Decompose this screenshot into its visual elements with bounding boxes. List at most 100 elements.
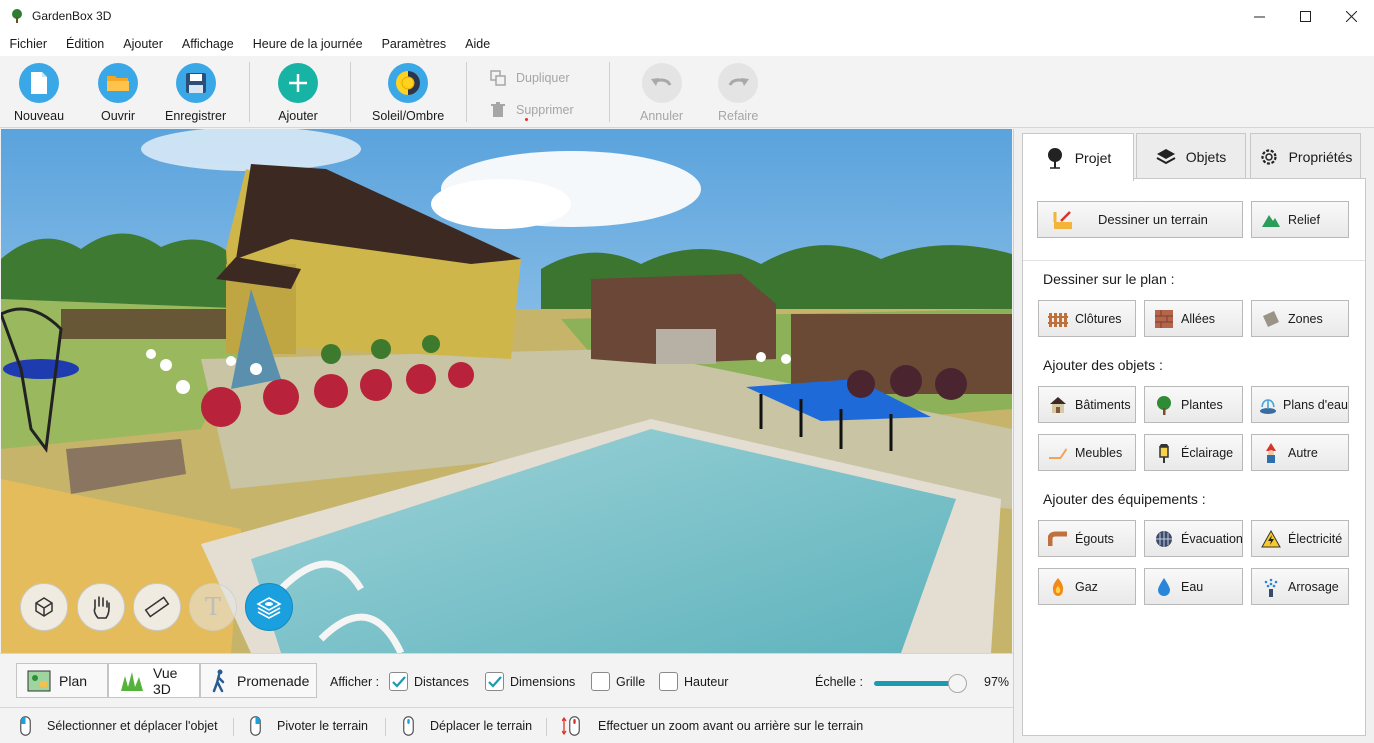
- open-button[interactable]: Ouvrir: [98, 63, 138, 123]
- lighting-label: Éclairage: [1181, 445, 1234, 460]
- plants-button[interactable]: Plantes: [1144, 386, 1243, 423]
- duplicate-label: Dupliquer: [516, 71, 570, 85]
- toolbar: Nouveau Ouvrir Enregistrer Ajouter Solei…: [0, 56, 1374, 128]
- dimensions-label: Dimensions: [510, 675, 576, 689]
- open-folder-icon: [98, 63, 138, 103]
- sewers-button[interactable]: Égouts: [1038, 520, 1136, 557]
- garden-scene-image: [1, 129, 1012, 653]
- menu-help[interactable]: Aide: [456, 37, 500, 51]
- tab-objects[interactable]: Objets: [1136, 133, 1246, 179]
- grid-checkbox[interactable]: [591, 672, 610, 691]
- fence-icon: [1047, 308, 1069, 330]
- view-options-bar: Plan Vue 3D Promenade Afficher : Distanc…: [0, 653, 1013, 707]
- text-icon: T: [204, 593, 221, 621]
- gas-button[interactable]: Gaz: [1038, 568, 1136, 605]
- pan-tool[interactable]: [77, 583, 125, 631]
- status-separator: [546, 718, 547, 736]
- sprinkler-button[interactable]: Arrosage: [1251, 568, 1349, 605]
- menu-bar: Fichier Édition Ajouter Affichage Heure …: [0, 32, 1374, 56]
- walking-person-icon: [211, 669, 229, 693]
- drainage-button[interactable]: Évacuation: [1144, 520, 1243, 557]
- sewers-label: Égouts: [1075, 531, 1114, 546]
- trash-icon: [491, 102, 505, 117]
- close-button[interactable]: [1328, 0, 1374, 32]
- draw-terrain-button[interactable]: Dessiner un terrain: [1037, 201, 1243, 238]
- grass-3d-icon: [119, 670, 145, 692]
- new-label: Nouveau: [14, 109, 65, 123]
- redo-icon: [718, 63, 759, 103]
- delete-button[interactable]: Supprimer: [490, 102, 574, 118]
- save-button[interactable]: Enregistrer: [165, 63, 226, 123]
- hand-pan-icon: [93, 596, 110, 619]
- electricity-button[interactable]: Électricité: [1251, 520, 1349, 557]
- layers-view-tool[interactable]: [245, 583, 293, 631]
- mountain-icon: [1260, 209, 1282, 231]
- zones-button[interactable]: Zones: [1251, 300, 1349, 337]
- plan-map-icon: [27, 670, 51, 692]
- water-button[interactable]: Eau: [1144, 568, 1243, 605]
- lantern-icon: [1153, 442, 1175, 464]
- plant-tree-icon: [1153, 394, 1175, 416]
- scale-slider-thumb[interactable]: [947, 674, 967, 693]
- add-label: Ajouter: [278, 109, 318, 123]
- mouse-middle-click-icon: [403, 716, 414, 736]
- height-checkbox[interactable]: [659, 672, 678, 691]
- status-zoom: Effectuer un zoom avant ou arrière sur l…: [562, 708, 863, 743]
- dimensions-checkbox[interactable]: [485, 672, 504, 691]
- duplicate-button[interactable]: Dupliquer: [490, 70, 570, 86]
- mouse-right-click-icon: [250, 716, 261, 736]
- minimize-button[interactable]: [1236, 0, 1282, 32]
- layers-view-icon: [256, 597, 282, 619]
- new-button[interactable]: Nouveau: [14, 63, 64, 123]
- redo-button[interactable]: Refaire: [718, 63, 758, 123]
- panel-divider: [1023, 260, 1365, 261]
- menu-settings[interactable]: Paramètres: [372, 37, 456, 51]
- measure-tool[interactable]: [133, 583, 181, 631]
- plan-view-label: Plan: [59, 672, 88, 689]
- maximize-button[interactable]: [1282, 0, 1328, 32]
- status-select-move-text: Sélectionner et déplacer l'objet: [47, 719, 218, 733]
- undo-button[interactable]: Annuler: [640, 63, 683, 123]
- water-features-button[interactable]: Plans d'eau: [1251, 386, 1349, 423]
- distances-checkbox[interactable]: [389, 672, 408, 691]
- rotate-object-tool[interactable]: [20, 583, 68, 631]
- buildings-button[interactable]: Bâtiments: [1038, 386, 1136, 423]
- flame-icon: [1047, 576, 1069, 598]
- menu-time-of-day[interactable]: Heure de la journée: [243, 37, 372, 51]
- ruler-icon: [144, 596, 170, 618]
- fences-button[interactable]: Clôtures: [1038, 300, 1136, 337]
- menu-file[interactable]: Fichier: [0, 37, 57, 51]
- grid-label: Grille: [616, 675, 646, 689]
- paths-button[interactable]: Allées: [1144, 300, 1243, 337]
- text-tool[interactable]: T: [189, 583, 237, 631]
- plus-icon: [278, 63, 318, 103]
- tab-project[interactable]: Projet: [1022, 133, 1134, 181]
- walk-view-button[interactable]: Promenade: [200, 663, 317, 698]
- 3d-view-button[interactable]: Vue 3D: [108, 663, 200, 698]
- water-label: Eau: [1181, 579, 1204, 594]
- app-tree-icon: [12, 9, 22, 23]
- house-icon: [1047, 394, 1069, 416]
- add-equipment-title: Ajouter des équipements :: [1043, 491, 1206, 507]
- status-bar: Sélectionner et déplacer l'objet Pivoter…: [0, 707, 1013, 743]
- draw-terrain-icon: [1052, 209, 1074, 231]
- water-drop-icon: [1153, 576, 1175, 598]
- other-button[interactable]: Autre: [1251, 434, 1349, 471]
- menu-view[interactable]: Affichage: [172, 37, 243, 51]
- undo-label: Annuler: [640, 109, 684, 123]
- relief-button[interactable]: Relief: [1251, 201, 1349, 238]
- sun-shadow-label: Soleil/Ombre: [372, 109, 445, 123]
- sun-shadow-button[interactable]: Soleil/Ombre: [372, 63, 444, 123]
- 3d-viewport[interactable]: T: [1, 129, 1012, 653]
- menu-add[interactable]: Ajouter: [114, 37, 173, 51]
- add-button[interactable]: Ajouter: [278, 63, 318, 123]
- sprinkler-label: Arrosage: [1288, 579, 1339, 594]
- walk-view-label: Promenade: [237, 672, 310, 689]
- pipe-icon: [1047, 528, 1069, 550]
- lighting-button[interactable]: Éclairage: [1144, 434, 1243, 471]
- furniture-button[interactable]: Meubles: [1038, 434, 1136, 471]
- plan-view-button[interactable]: Plan: [16, 663, 108, 698]
- tab-properties[interactable]: Propriétés: [1250, 133, 1361, 179]
- distances-label: Distances: [414, 675, 469, 689]
- menu-edit[interactable]: Édition: [57, 37, 114, 51]
